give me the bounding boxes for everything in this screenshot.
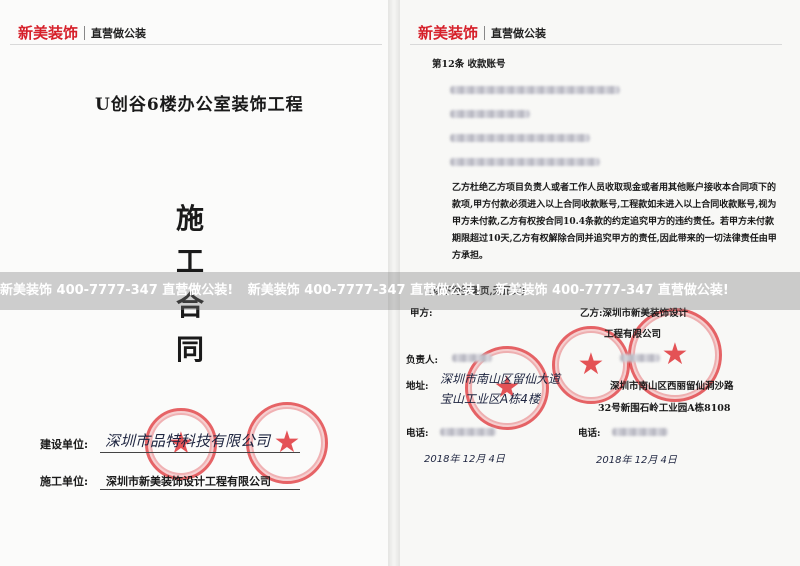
party-b-company-cont: 工程有限公司: [604, 329, 662, 340]
address-label: 地址:: [406, 381, 429, 392]
redacted-name: [452, 354, 492, 362]
redacted-phone: [440, 428, 496, 436]
redacted-account-info: [450, 86, 620, 94]
contract-title-char: 施: [176, 202, 205, 235]
redacted-account-info: [450, 110, 530, 118]
redacted-account-info: [450, 158, 600, 166]
redacted-phone: [612, 428, 668, 436]
contract-title-char: 同: [176, 333, 205, 366]
handwritten-address-line: 深圳市南山区留仙大道: [440, 372, 561, 386]
responsible-person-label: 负责人:: [406, 355, 439, 366]
phone-label-b: 电话:: [578, 428, 601, 439]
brand-logo: 新美装饰: [18, 24, 79, 42]
client-label: 建设单位:: [40, 438, 89, 451]
watermark-text: 新美装饰 400-7777-347 直营做公装!: [0, 283, 234, 298]
contractor-name: 深圳市新美装饰设计工程有限公司: [106, 475, 271, 488]
signing-date-b: 2018年 12月 4日: [596, 455, 677, 466]
signing-date-a: 2018年 12月 4日: [424, 454, 505, 465]
redacted-account-info: [450, 134, 590, 142]
clause-body-text: 乙方杜绝乙方项目负责人或者工作人员收取现金或者用其他账户接收本合同项下的款项,甲…: [452, 183, 777, 261]
brand-tagline: 直营做公装: [91, 26, 147, 40]
watermark-banner: 新美装饰 400-7777-347 直营做公装! 新美装饰 400-7777-3…: [0, 272, 800, 310]
party-b-address-line: 深圳市南山区西丽留仙洞沙路: [610, 381, 734, 392]
brand-divider: [484, 25, 486, 40]
brand-header: 新美装饰 直营做公装: [418, 22, 546, 43]
redacted-name: [620, 354, 660, 362]
watermark-text: 新美装饰 400-7777-347 直营做公装!: [495, 283, 729, 298]
watermark-text: 新美装饰 400-7777-347 直营做公装!: [247, 283, 481, 298]
party-b-address-line: 32号新围石岭工业园A栋8108: [598, 403, 731, 414]
signature-line: [100, 452, 300, 453]
header-rule: [410, 44, 782, 45]
brand-divider: [84, 25, 86, 40]
handwritten-address-line: 宝山工业区A栋4楼: [440, 392, 540, 406]
project-title: U创谷6楼办公室装饰工程: [95, 95, 304, 115]
brand-tagline: 直营做公装: [491, 26, 547, 40]
clause-heading: 第12条 收款账号: [432, 59, 506, 70]
brand-header: 新美装饰 直营做公装: [18, 22, 146, 43]
header-rule: [10, 44, 382, 45]
brand-logo: 新美装饰: [418, 24, 479, 42]
contractor-label: 施工单位:: [40, 475, 89, 488]
phone-label-a: 电话:: [406, 428, 429, 439]
client-signature: 深圳市品特科技有限公司: [105, 432, 271, 450]
signature-line: [100, 489, 300, 490]
